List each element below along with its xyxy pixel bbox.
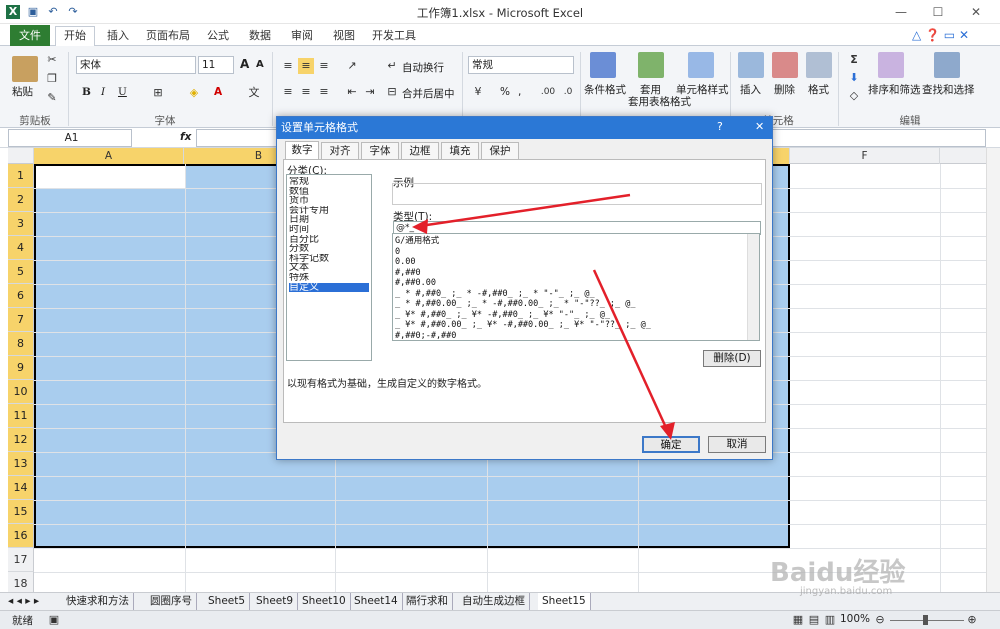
annotation-arrows	[412, 193, 675, 440]
watermark-brand: Baidu经验	[770, 558, 906, 588]
annotation-arrow-head	[412, 219, 428, 234]
annotation-arrow-line	[592, 269, 670, 433]
annotation-arrow-line	[419, 193, 631, 228]
annotation-arrow-head	[660, 422, 675, 440]
watermark-url: jingyan.baidu.com	[800, 586, 893, 597]
